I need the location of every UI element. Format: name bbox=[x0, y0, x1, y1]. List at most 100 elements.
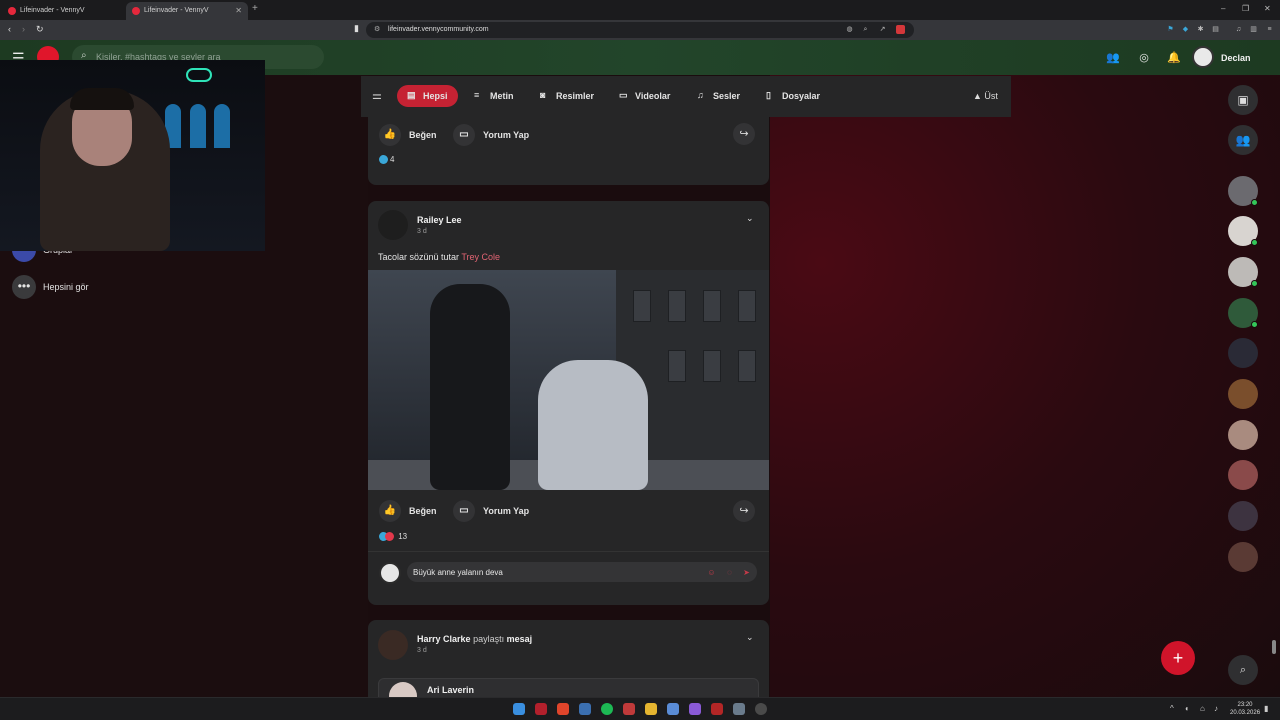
brave-icon[interactable] bbox=[557, 703, 569, 715]
reaction-summary[interactable]: 13 bbox=[379, 532, 407, 542]
friend-avatar[interactable] bbox=[1228, 460, 1258, 490]
tab-lifeinvader-1[interactable]: Lifeinvader - VennyV bbox=[2, 2, 124, 20]
brave-shield-icon[interactable] bbox=[896, 25, 905, 34]
post-author[interactable]: Railey Lee bbox=[417, 215, 462, 225]
filter-videos[interactable]: ▭ Videolar bbox=[609, 85, 680, 107]
filter-settings-icon[interactable]: ⚌ bbox=[372, 89, 382, 102]
maximize-icon[interactable]: ❐ bbox=[1242, 4, 1249, 13]
bookmark-icon[interactable]: ▮ bbox=[354, 23, 359, 34]
post-time[interactable]: 3 d bbox=[417, 228, 427, 235]
post-author[interactable]: Harry Clarke bbox=[417, 634, 471, 644]
user-avatar[interactable] bbox=[1192, 46, 1214, 68]
friend-avatar[interactable] bbox=[1228, 176, 1258, 206]
system-clock[interactable]: 23:20 20.03.2026 bbox=[1230, 701, 1260, 717]
close-window-icon[interactable]: ✕ bbox=[1264, 4, 1271, 13]
app-icon[interactable] bbox=[623, 703, 635, 715]
scroll-top-button[interactable]: ▲ Üst bbox=[973, 91, 998, 101]
filter-files[interactable]: ▯ Dosyalar bbox=[756, 85, 830, 107]
webcam-overlay bbox=[0, 60, 265, 251]
clock-time: 23:20 bbox=[1237, 702, 1253, 708]
emoji-icon[interactable]: ☺ bbox=[706, 567, 717, 578]
share-icon[interactable]: ↪ bbox=[733, 500, 755, 522]
spotify-icon[interactable] bbox=[601, 703, 613, 715]
close-tab-icon[interactable]: ✕ bbox=[235, 6, 242, 15]
post-time[interactable]: 3 d bbox=[417, 647, 427, 654]
tray-chevron-icon[interactable]: ^ bbox=[1170, 704, 1174, 713]
reaction-summary[interactable]: 4 bbox=[379, 155, 394, 165]
add-friend-icon[interactable]: 👥 bbox=[1228, 125, 1258, 155]
settings-icon[interactable] bbox=[733, 703, 745, 715]
app-icon[interactable] bbox=[667, 703, 679, 715]
steam-icon[interactable] bbox=[579, 703, 591, 715]
shared-author[interactable]: Ari Laverin bbox=[427, 685, 474, 695]
forward-icon[interactable]: › bbox=[22, 24, 25, 34]
user-name[interactable]: Declan bbox=[1221, 53, 1251, 63]
media-icon[interactable]: ♫ bbox=[1234, 25, 1243, 34]
chevron-down-icon[interactable]: ⌄ bbox=[746, 632, 754, 643]
messages-icon[interactable]: ◎ bbox=[1135, 49, 1153, 67]
scrollbar-thumb[interactable] bbox=[1272, 640, 1276, 654]
thumbs-up-icon: 👍 bbox=[379, 500, 401, 522]
minimize-icon[interactable]: – bbox=[1221, 4, 1225, 13]
filter-text[interactable]: ≡ Metin bbox=[464, 85, 524, 107]
split-view-icon[interactable]: ▥ bbox=[1249, 25, 1258, 34]
author-avatar[interactable] bbox=[378, 210, 408, 240]
friend-avatar[interactable] bbox=[1228, 298, 1258, 328]
author-avatar[interactable] bbox=[378, 630, 408, 660]
shared-type: mesaj bbox=[506, 634, 533, 644]
share-page-icon[interactable]: ↗ bbox=[878, 25, 887, 34]
zoom-icon[interactable]: ⌕ bbox=[861, 25, 870, 34]
volume-icon[interactable]: ♪ bbox=[1214, 704, 1218, 713]
app-icon[interactable] bbox=[689, 703, 701, 715]
folder-icon[interactable] bbox=[645, 703, 657, 715]
online-indicator bbox=[1251, 280, 1258, 287]
friend-avatar[interactable] bbox=[1228, 216, 1258, 246]
menu-icon[interactable]: ≡ bbox=[1265, 25, 1274, 34]
find-people-icon[interactable]: ⌕ bbox=[1228, 655, 1258, 685]
comment-input[interactable]: Büyük anne yalanın deva bbox=[407, 562, 757, 582]
filter-sounds[interactable]: ♫ Sesler bbox=[687, 85, 750, 107]
messenger-icon[interactable]: ▣ bbox=[1228, 85, 1258, 115]
gif-icon[interactable]: ◌ bbox=[724, 567, 735, 578]
translate-icon[interactable]: ⚑ bbox=[1166, 25, 1175, 34]
start-icon[interactable] bbox=[513, 703, 525, 715]
filter-label: Resimler bbox=[556, 91, 595, 101]
image-window bbox=[703, 350, 721, 382]
sidebar-toggle-icon[interactable]: ▤ bbox=[1211, 25, 1220, 34]
address-bar[interactable]: ⚙ lifeinvader.vennycommunity.com bbox=[366, 22, 914, 38]
mention-link[interactable]: Trey Cole bbox=[461, 252, 500, 262]
chevron-down-icon[interactable]: ⌄ bbox=[746, 213, 754, 224]
app-icon[interactable] bbox=[535, 703, 547, 715]
site-info-icon[interactable]: ⚙ bbox=[374, 25, 380, 33]
like-label: Beğen bbox=[409, 130, 437, 140]
back-icon[interactable]: ‹ bbox=[8, 24, 11, 34]
filter-images[interactable]: ◙ Resimler bbox=[530, 85, 604, 107]
share-icon[interactable]: ↪ bbox=[733, 123, 755, 145]
new-tab-icon[interactable]: + bbox=[252, 3, 258, 14]
extension-icon[interactable]: ◍ bbox=[845, 25, 854, 34]
reload-icon[interactable]: ↻ bbox=[36, 24, 44, 35]
post-image[interactable] bbox=[368, 270, 769, 490]
friend-avatar[interactable] bbox=[1228, 338, 1258, 368]
friend-avatar[interactable] bbox=[1228, 257, 1258, 287]
friend-avatar[interactable] bbox=[1228, 420, 1258, 450]
friends-icon[interactable]: 👥 bbox=[1104, 49, 1122, 67]
app-icon[interactable] bbox=[755, 703, 767, 715]
friend-avatar[interactable] bbox=[1228, 379, 1258, 409]
puzzle-icon[interactable]: ✱ bbox=[1196, 25, 1205, 34]
send-icon[interactable]: ➤ bbox=[741, 567, 752, 578]
network-icon[interactable]: ⌂ bbox=[1200, 704, 1205, 713]
post-author-line[interactable]: Harry Clarke paylaştı mesaj bbox=[417, 634, 532, 644]
tray-icon[interactable]: ◐ bbox=[1185, 704, 1190, 713]
extension-blue-icon[interactable]: ◆ bbox=[1181, 25, 1190, 34]
friend-avatar[interactable] bbox=[1228, 542, 1258, 572]
notifications-icon[interactable]: 🔔 bbox=[1165, 49, 1183, 67]
create-post-button[interactable]: + bbox=[1161, 641, 1195, 675]
friend-avatar[interactable] bbox=[1228, 501, 1258, 531]
notification-center-icon[interactable]: ▮ bbox=[1264, 704, 1268, 713]
camera-icon: ◙ bbox=[540, 90, 546, 100]
app-icon[interactable] bbox=[711, 703, 723, 715]
sidebar-item-label: Hepsini gör bbox=[43, 282, 89, 292]
filter-all[interactable]: ▤ Hepsi bbox=[397, 85, 458, 107]
tab-lifeinvader-2[interactable]: Lifeinvader - VennyV ✕ bbox=[126, 2, 248, 20]
